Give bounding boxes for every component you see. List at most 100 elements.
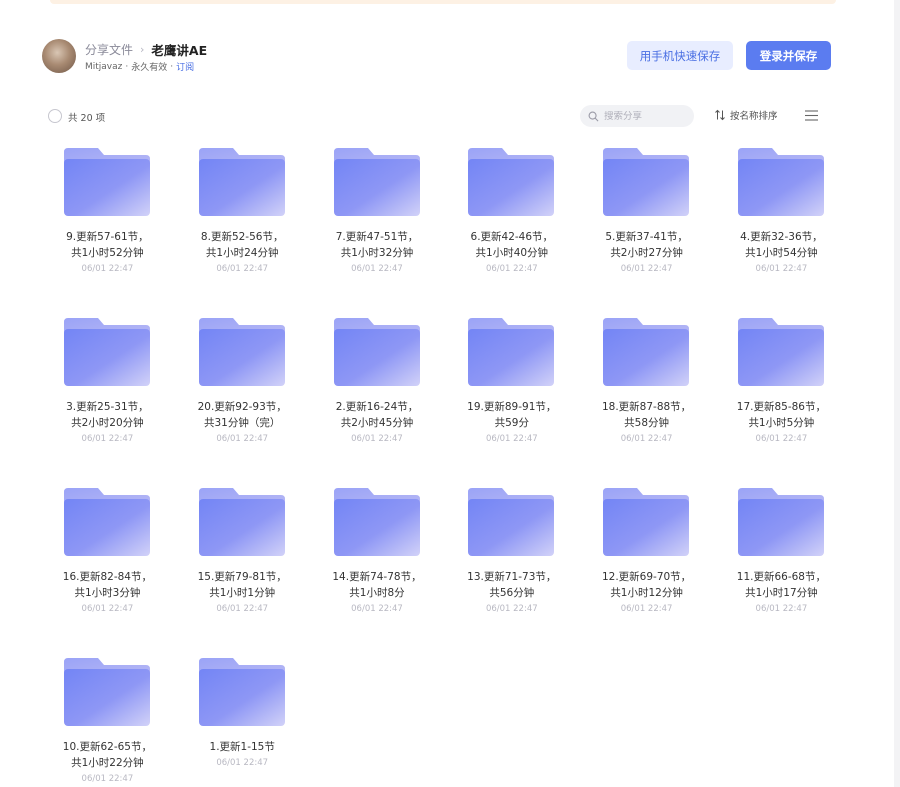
folder-icon bbox=[603, 318, 690, 386]
folder-date: 06/01 22:47 bbox=[216, 758, 269, 768]
folder-item[interactable]: 7.更新47-51节， 共1小时32分钟 06/01 22:47 bbox=[310, 144, 445, 314]
folder-icon bbox=[198, 318, 285, 386]
folder-icon bbox=[198, 658, 285, 726]
folder-name-line2: 共56分钟 bbox=[489, 587, 535, 599]
folder-name-line2: 共1小时54分钟 bbox=[745, 247, 818, 259]
folder-item[interactable]: 8.更新52-56节， 共1小时24分钟 06/01 22:47 bbox=[175, 144, 310, 314]
validity-text: 永久有效 bbox=[131, 63, 168, 73]
folder-date: 06/01 22:47 bbox=[81, 774, 134, 784]
folder-icon bbox=[333, 488, 420, 556]
folder-item[interactable]: 6.更新42-46节， 共1小时40分钟 06/01 22:47 bbox=[444, 144, 579, 314]
folder-date: 06/01 22:47 bbox=[81, 434, 134, 444]
folder-name-line2: 共2小时27分钟 bbox=[610, 247, 683, 259]
folder-date: 06/01 22:47 bbox=[485, 434, 538, 444]
mobile-save-button[interactable]: 用手机快速保存 bbox=[627, 41, 733, 70]
folder-date: 06/01 22:47 bbox=[485, 604, 538, 614]
folder-name-line2: 共1小时8分 bbox=[349, 587, 405, 599]
share-meta: Mitjavaz · 永久有效 · 订阅 bbox=[85, 60, 194, 74]
folder-item[interactable]: 1.更新1-15节 06/01 22:47 bbox=[175, 654, 310, 787]
folder-name-line2: 共1小时32分钟 bbox=[340, 247, 414, 259]
folder-name-line1: 11.更新66-68节， bbox=[736, 571, 826, 583]
folder-item[interactable]: 17.更新85-86节， 共1小时5分钟 06/01 22:47 bbox=[714, 314, 849, 484]
folder-name-line2: 共1小时5分钟 bbox=[748, 417, 815, 429]
folder-date: 06/01 22:47 bbox=[216, 434, 269, 444]
sort-icon bbox=[715, 109, 725, 121]
folder-item[interactable]: 15.更新79-81节， 共1小时1分钟 06/01 22:47 bbox=[175, 484, 310, 654]
folder-name-line1: 3.更新25-31节， bbox=[66, 401, 149, 413]
folder-name-line2: 共1小时3分钟 bbox=[74, 587, 141, 599]
folder-item[interactable]: 2.更新16-24节， 共2小时45分钟 06/01 22:47 bbox=[310, 314, 445, 484]
folder-name-line1: 5.更新37-41节， bbox=[605, 231, 688, 243]
folder-icon bbox=[468, 488, 555, 556]
folder-name-line2: 共1小时22分钟 bbox=[71, 757, 144, 769]
folder-item[interactable]: 16.更新82-84节， 共1小时3分钟 06/01 22:47 bbox=[40, 484, 175, 654]
folder-icon bbox=[64, 658, 150, 726]
folder-item[interactable]: 3.更新25-31节， 共2小时20分钟 06/01 22:47 bbox=[40, 314, 175, 484]
folder-icon bbox=[737, 488, 824, 556]
folder-name-line1: 9.更新57-61节， bbox=[66, 231, 149, 243]
search-input[interactable] bbox=[604, 110, 684, 122]
folder-name-line1: 2.更新16-24节， bbox=[335, 401, 419, 413]
folder-name-line2: 共1小时17分钟 bbox=[745, 587, 818, 599]
folder-item[interactable]: 12.更新69-70节， 共1小时12分钟 06/01 22:47 bbox=[579, 484, 714, 654]
folder-icon bbox=[198, 148, 285, 216]
folder-item[interactable]: 4.更新32-36节， 共1小时54分钟 06/01 22:47 bbox=[714, 144, 849, 314]
notice-banner-edge bbox=[50, 0, 836, 4]
folder-icon bbox=[468, 318, 555, 386]
folder-name-line1: 16.更新82-84节， bbox=[62, 571, 152, 583]
sort-label: 按名称排序 bbox=[730, 111, 778, 122]
folder-name-line1: 7.更新47-51节， bbox=[335, 231, 419, 243]
folder-name-line1: 1.更新1-15节 bbox=[209, 741, 275, 753]
folder-name-line1: 17.更新85-86节， bbox=[736, 401, 826, 413]
folder-item[interactable]: 14.更新74-78节， 共1小时8分 06/01 22:47 bbox=[310, 484, 445, 654]
search-icon bbox=[588, 111, 599, 121]
folder-date: 06/01 22:47 bbox=[216, 264, 269, 274]
folder-date: 06/01 22:47 bbox=[351, 434, 403, 444]
meta-dot: · bbox=[125, 61, 129, 72]
folder-name-line1: 15.更新79-81节， bbox=[197, 571, 287, 583]
folder-item[interactable]: 18.更新87-88节， 共58分钟 06/01 22:47 bbox=[579, 314, 714, 484]
page-title: 老鹰讲AE bbox=[151, 43, 208, 58]
folder-name-line1: 10.更新62-65节， bbox=[62, 741, 152, 753]
folder-item[interactable]: 20.更新92-93节， 共31分钟（完） 06/01 22:47 bbox=[175, 314, 310, 484]
folder-item[interactable]: 10.更新62-65节， 共1小时22分钟 06/01 22:47 bbox=[40, 654, 175, 787]
folder-name-line2: 共2小时20分钟 bbox=[71, 417, 144, 429]
folder-icon bbox=[333, 318, 420, 386]
folder-item[interactable]: 19.更新89-91节， 共59分 06/01 22:47 bbox=[444, 314, 579, 484]
folder-item[interactable]: 13.更新71-73节， 共56分钟 06/01 22:47 bbox=[444, 484, 579, 654]
subscribe-link[interactable]: 订阅 bbox=[176, 60, 194, 73]
folder-name-line2: 共1小时52分钟 bbox=[71, 247, 144, 259]
owner-name: Mitjavaz bbox=[85, 61, 123, 72]
list-view-icon[interactable] bbox=[805, 110, 818, 121]
folder-date: 06/01 22:47 bbox=[755, 434, 808, 444]
folder-name-line1: 12.更新69-70节， bbox=[601, 571, 692, 583]
folder-icon bbox=[64, 318, 150, 386]
folder-item[interactable]: 9.更新57-61节， 共1小时52分钟 06/01 22:47 bbox=[40, 144, 175, 314]
folder-date: 06/01 22:47 bbox=[351, 264, 403, 274]
breadcrumb-root[interactable]: 分享文件 bbox=[85, 41, 133, 58]
folder-name-line1: 6.更新42-46节， bbox=[470, 231, 554, 243]
meta-dot: · bbox=[170, 61, 174, 72]
folder-date: 06/01 22:47 bbox=[81, 604, 134, 614]
login-save-button[interactable]: 登录并保存 bbox=[746, 41, 831, 70]
folder-icon bbox=[603, 488, 690, 556]
folder-name-line2: 共1小时1分钟 bbox=[209, 587, 276, 599]
folder-date: 06/01 22:47 bbox=[351, 604, 403, 614]
search-box[interactable] bbox=[580, 105, 694, 127]
folder-name-line2: 共2小时45分钟 bbox=[340, 417, 414, 429]
folder-icon bbox=[198, 488, 285, 556]
folder-icon bbox=[333, 148, 420, 216]
avatar[interactable] bbox=[42, 39, 76, 73]
folder-name-line1: 4.更新32-36节， bbox=[740, 231, 823, 243]
folder-date: 06/01 22:47 bbox=[81, 264, 134, 274]
sort-button[interactable]: 按名称排序 bbox=[714, 108, 778, 122]
folder-name-line2: 共1小时12分钟 bbox=[610, 587, 683, 599]
folder-item[interactable]: 5.更新37-41节， 共2小时27分钟 06/01 22:47 bbox=[579, 144, 714, 314]
folder-name-line2: 共1小时24分钟 bbox=[205, 247, 279, 259]
folder-name-line2: 共58分钟 bbox=[624, 417, 670, 429]
select-all-checkbox[interactable] bbox=[48, 109, 62, 123]
folder-date: 06/01 22:47 bbox=[620, 604, 673, 614]
folder-icon bbox=[737, 318, 824, 386]
folder-item[interactable]: 11.更新66-68节， 共1小时17分钟 06/01 22:47 bbox=[714, 484, 849, 654]
folder-icon bbox=[64, 148, 150, 216]
